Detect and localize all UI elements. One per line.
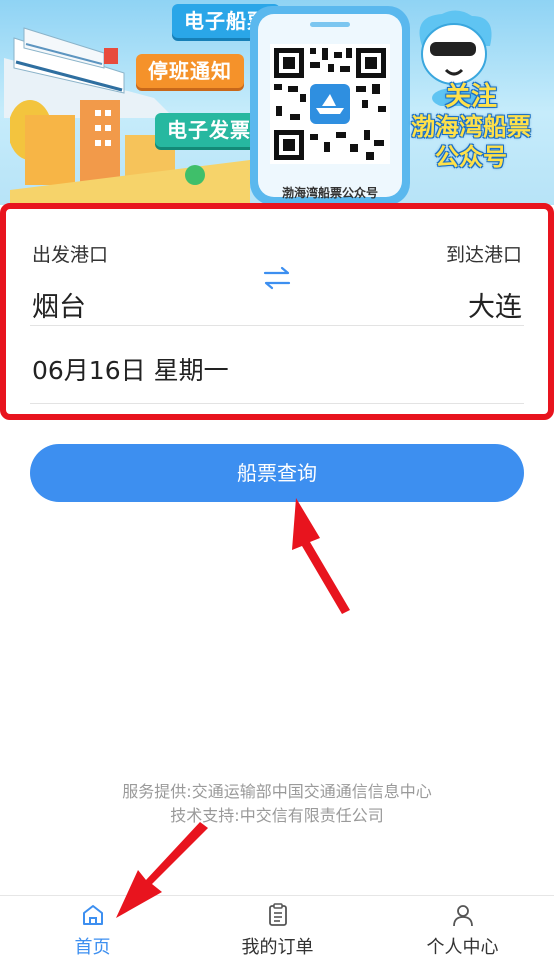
annotation-arrow-icon (116, 822, 208, 918)
user-icon (453, 905, 473, 927)
swap-ports-icon[interactable] (262, 265, 292, 291)
qr-caption: 渤海湾船票公众号 (281, 186, 378, 200)
suspension-notice-badge: 停班通知 (136, 54, 244, 88)
ticket-query-card: 出发港口 到达港口 烟台 大连 06月16日 星期一 (0, 203, 554, 420)
city-illustration (10, 100, 250, 205)
tab-profile-label: 个人中心 (426, 937, 499, 957)
follow-line-1: 关注 (444, 82, 497, 112)
follow-line-3: 公众号 (435, 143, 507, 171)
tab-my-orders[interactable]: 我的订单 (185, 896, 370, 957)
departure-port-label: 出发港口 (32, 244, 109, 266)
bottom-tab-bar: 首页 我的订单 个人中心 (0, 895, 554, 957)
tab-my-orders-label: 我的订单 (241, 937, 314, 957)
divider (30, 325, 524, 326)
annotation-arrow-icon (292, 498, 350, 614)
departure-date-field[interactable]: 06月16日 星期一 (32, 351, 229, 387)
follow-promo-text: 关注 渤海湾船票 公众号 (388, 82, 554, 172)
home-icon (83, 905, 103, 925)
arrival-port-label: 到达港口 (445, 244, 522, 266)
departure-port-value[interactable]: 烟台 (32, 285, 86, 324)
technical-support-text: 技术支持:中交信有限责任公司 (170, 806, 384, 825)
e-invoice-badge: 电子发票 (155, 113, 263, 147)
tab-profile[interactable]: 个人中心 (370, 896, 554, 957)
phone-speaker (310, 22, 350, 27)
promo-banner[interactable]: 电子船票 停班通知 电子发票 渤海湾船票公众号 关注 渤海湾船票 公众号 (0, 0, 554, 205)
order-list-icon (269, 903, 287, 926)
ticket-search-button[interactable]: 船票查询 (30, 444, 524, 502)
phone-illustration: 渤海湾船票公众号 (250, 6, 410, 205)
follow-line-2: 渤海湾船票 (411, 113, 531, 141)
divider (30, 403, 524, 404)
arrival-port-value[interactable]: 大连 (468, 285, 522, 324)
qr-code (270, 44, 390, 164)
tab-home-label: 首页 (74, 937, 111, 957)
service-provider-text: 服务提供:交通运输部中国交通通信信息中心 (122, 782, 432, 801)
